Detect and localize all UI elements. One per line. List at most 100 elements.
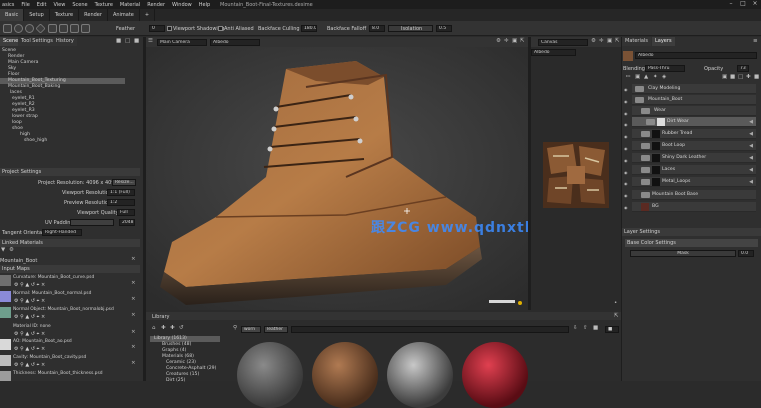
maximize-view-icon[interactable]: ⇱ xyxy=(520,38,525,45)
layer-wear[interactable]: Wear xyxy=(632,106,756,116)
diamond-tool-icon[interactable] xyxy=(35,23,46,34)
project-settings-header[interactable]: Project Settings xyxy=(0,168,140,176)
chevron-left-icon[interactable]: ◀ xyxy=(749,179,753,185)
menu-view[interactable]: View xyxy=(53,2,65,8)
resize-button[interactable]: Resize... xyxy=(112,179,136,186)
new-layer-button-icon[interactable]: ✚ xyxy=(746,74,751,81)
feather-input[interactable]: 0 xyxy=(149,25,165,32)
isolation-input[interactable]: 0.5 xyxy=(436,25,452,32)
select-tool-icon[interactable] xyxy=(3,24,12,33)
layer-mountain-boot-base[interactable]: Mountain Boot Base xyxy=(632,190,756,200)
library-add-icon[interactable]: ✚ xyxy=(170,325,175,332)
linked-material-name[interactable]: Mountain_Boot xyxy=(0,258,37,264)
delete-icon[interactable]: ■ xyxy=(134,38,139,45)
blending-select[interactable]: Pass-Thru xyxy=(645,65,685,72)
add-tab-button[interactable]: + xyxy=(140,9,156,21)
library-tree-dirt[interactable]: Dirt (25) xyxy=(150,378,220,384)
remove-material-id-icon[interactable]: × xyxy=(131,329,136,336)
library-expand-icon[interactable]: ⇱ xyxy=(614,313,619,320)
remove-normal-object-icon[interactable]: × xyxy=(131,312,136,319)
menu-render[interactable]: Render xyxy=(147,2,165,8)
viewport-shadowing-checkbox[interactable] xyxy=(167,26,172,31)
export-icon[interactable]: ⇧ xyxy=(583,325,588,332)
layer-shiny-dark-leather[interactable]: Shiny Dark Leather ◀ xyxy=(632,153,756,163)
tab-texture[interactable]: Texture xyxy=(50,9,80,21)
camera-select[interactable]: Main Camera xyxy=(157,39,207,46)
channel-select[interactable]: Albedo xyxy=(210,39,260,46)
menu-file[interactable]: File xyxy=(21,2,29,8)
import-icon[interactable]: ⇩ xyxy=(573,325,578,332)
uv-padding-input[interactable]: 2048 xyxy=(119,219,135,226)
folder-icon[interactable]: ■ xyxy=(116,38,121,45)
layer-metal-loops[interactable]: Metal_Loops ◀ xyxy=(632,177,756,187)
menu-texture[interactable]: Texture xyxy=(95,2,113,8)
backface-falloff-input[interactable]: 8.0 xyxy=(369,25,385,32)
search-icon[interactable]: ⚲ xyxy=(233,325,237,332)
minimize-icon[interactable]: – xyxy=(728,1,734,7)
home-icon[interactable]: ⌂ xyxy=(152,325,156,332)
tab-tool-settings[interactable]: Tool Settings xyxy=(18,37,56,46)
viewport-resolution-select[interactable]: 1:1 (Full) xyxy=(107,189,135,196)
material-id-map-tools[interactable]: ⚙ ⚲ ▲ ↺ ⌖ × xyxy=(14,331,45,337)
uv-frame-icon[interactable]: ▣ xyxy=(607,38,612,45)
layer-rubber-tread[interactable]: Rubber Tread ◀ xyxy=(632,129,756,139)
search-tag-worn[interactable]: worn xyxy=(241,326,261,333)
menu-help[interactable]: Help xyxy=(199,2,210,8)
right-splitter[interactable] xyxy=(621,37,622,381)
uv-settings-icon[interactable]: ⚙ xyxy=(591,38,596,45)
brush-icon[interactable]: ✏ xyxy=(626,74,631,81)
ao-map-tools[interactable]: ⚙ ⚲ ▲ ↺ ⌖ × xyxy=(14,346,45,352)
layer-laces[interactable]: Laces ◀ xyxy=(632,165,756,175)
group-icon[interactable]: ■ xyxy=(730,74,735,81)
layer-clay-modeling[interactable]: Clay Modeling xyxy=(632,84,756,94)
uv-view[interactable]: Canvas ⚙ ✛ ▣ ⇱ Albedo • xyxy=(531,37,621,310)
normal-map-tools[interactable]: ⚙ ⚲ ▲ ↺ ⌖ × xyxy=(14,298,45,304)
menu-material[interactable]: Material xyxy=(120,2,140,8)
close-icon[interactable]: × xyxy=(752,1,758,7)
material-preview-1[interactable] xyxy=(237,342,303,408)
material-preview-3[interactable] xyxy=(387,342,453,408)
lasso-tool-icon[interactable] xyxy=(25,24,34,33)
layer-visibility-column[interactable]: ◉ ◉ ◉ ◉ ◉ ◉ ◉ ◉ ◉ ◉ ◉ xyxy=(624,84,632,214)
fill-tool-icon[interactable] xyxy=(48,24,57,33)
remove-curvature-icon[interactable]: × xyxy=(131,280,136,287)
preview-resolution-select[interactable]: 1:2 xyxy=(107,199,135,206)
viewport-3d[interactable]: ☰ Main Camera Albedo ⚙ ✛ ▣ ⇱ 跟ZCG www.qd… xyxy=(146,37,561,310)
material-preview-2[interactable] xyxy=(312,342,378,408)
library-undo-icon[interactable]: ↺ xyxy=(179,325,184,332)
linked-materials-header[interactable]: Linked Materials xyxy=(0,239,140,247)
settings-icon[interactable]: ⚙ xyxy=(496,38,501,45)
tab-layers[interactable]: Layers xyxy=(652,37,675,46)
cube-icon[interactable]: ▣ xyxy=(635,74,640,81)
fill-icon[interactable]: ▲ xyxy=(644,74,648,81)
remove-normal-icon[interactable]: × xyxy=(131,296,136,303)
move-icon[interactable]: ✛ xyxy=(504,38,509,45)
backface-culling-input[interactable]: 180.0 xyxy=(301,25,317,32)
layer-channel-select[interactable]: Albedo xyxy=(635,52,757,59)
anti-aliased-checkbox[interactable] xyxy=(218,26,223,31)
tab-setup[interactable]: Setup xyxy=(24,9,50,21)
chevron-left-icon[interactable]: ◀ xyxy=(749,155,753,161)
trash-icon[interactable]: ■ xyxy=(754,74,759,81)
base-color-settings-header[interactable]: Base Color Settings xyxy=(625,239,758,247)
chevron-left-icon[interactable]: ◀ xyxy=(749,119,753,125)
effects-icon[interactable]: ◈ xyxy=(662,74,666,81)
library-new-icon[interactable]: ✚ xyxy=(161,325,166,332)
gear-icon[interactable]: ⚙ xyxy=(9,247,14,254)
tab-history[interactable]: History xyxy=(53,37,77,46)
normal-object-map-tools[interactable]: ⚙ ⚲ ▲ ↺ ⌖ × xyxy=(14,314,45,320)
new-layer-icon[interactable]: □ xyxy=(125,38,130,45)
tab-animate[interactable]: Animate xyxy=(108,9,140,21)
uv-channel-select[interactable]: Albedo xyxy=(531,49,576,56)
panel-menu-icon[interactable]: ≡ xyxy=(753,38,758,45)
frame-icon[interactable]: ▣ xyxy=(512,38,517,45)
tree-item-shoe-high[interactable]: shoe_high xyxy=(0,138,141,144)
tab-materials[interactable]: Materials xyxy=(622,37,651,46)
uv-maximize-icon[interactable]: ⇱ xyxy=(615,38,620,45)
menu-edit[interactable]: Edit xyxy=(37,2,47,8)
add-material-icon[interactable]: ▼ xyxy=(1,247,5,254)
layer-mountain-boot[interactable]: Mountain_Boot xyxy=(632,95,756,105)
chevron-left-icon[interactable]: ◀ xyxy=(749,167,753,173)
mask-slider[interactable]: Mask xyxy=(630,250,736,257)
layer-dirt-wear[interactable]: Dirt Wear ◀ xyxy=(632,117,756,127)
